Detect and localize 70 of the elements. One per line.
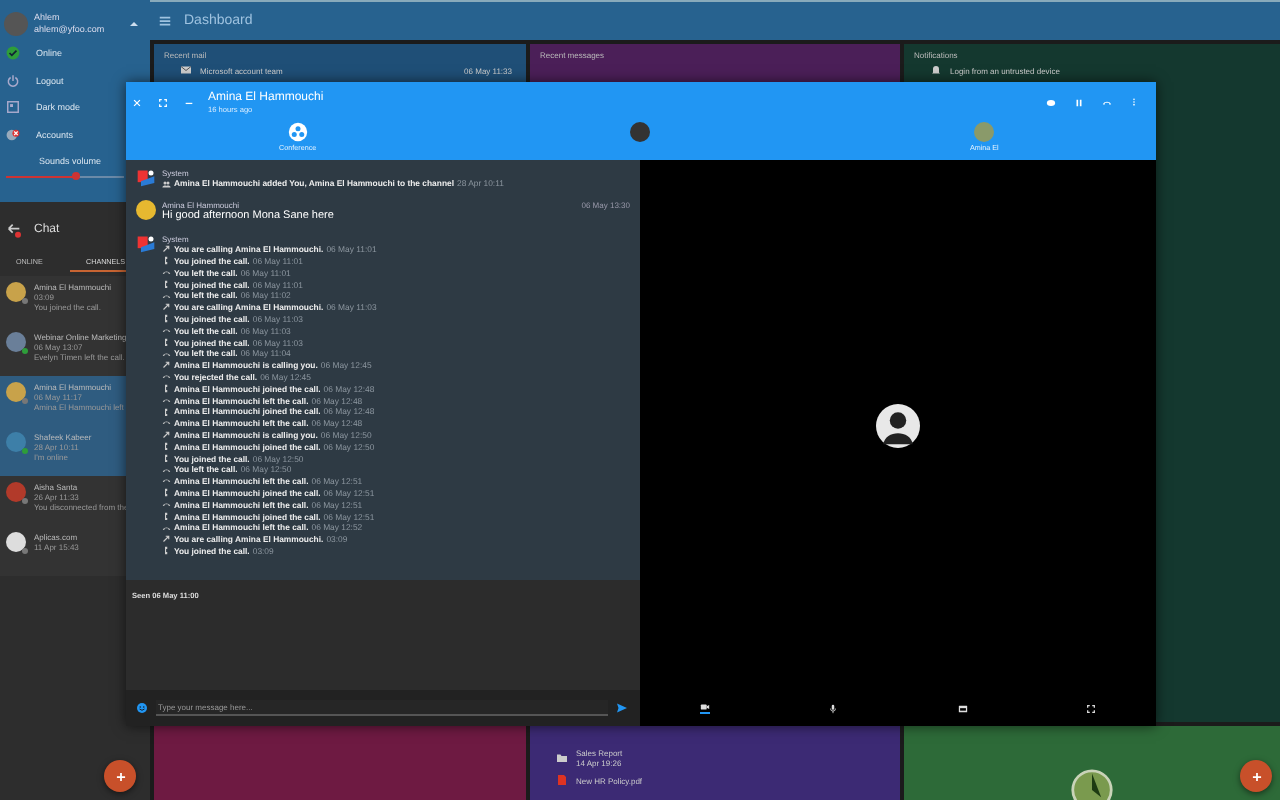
avatar [974,122,995,142]
hang-up-icon [162,418,171,428]
phone-icon [162,279,171,289]
send-icon [616,702,628,714]
video-camera-icon [699,702,710,712]
fullscreen-icon [1086,703,1097,713]
close-button[interactable] [132,97,142,107]
check-circle-icon [6,46,20,61]
logo-icon [136,233,156,254]
phone-icon [162,256,171,266]
display-icon [6,100,20,115]
screen-share-icon [957,703,968,713]
expand-button[interactable] [158,97,168,107]
avatar [876,403,920,447]
fullscreen-button[interactable] [1086,703,1097,713]
folder-icon [556,752,568,764]
microphone-button[interactable] [828,703,839,713]
bell-icon [930,64,942,76]
hang-up-button[interactable] [1102,97,1112,107]
power-icon [6,73,20,88]
outgoing-call-icon [162,360,171,370]
hang-up-icon [162,349,171,359]
envelope-icon [180,64,192,76]
clock-icon [1070,768,1114,800]
send-button[interactable] [616,702,628,714]
hang-up-icon [162,523,171,533]
hang-up-icon [162,268,171,278]
hang-up-icon [1102,97,1112,107]
pause-button[interactable] [1074,97,1084,107]
minimize-icon [184,97,194,107]
hang-up-icon [162,372,171,382]
microphone-icon [828,703,839,713]
phone-icon [162,511,171,521]
emoji-icon [136,702,148,714]
outgoing-call-icon [162,430,171,440]
back-arrow-icon [6,222,22,238]
file-icon [556,774,568,786]
account-icon [6,127,20,142]
logo-icon [136,168,156,188]
caret-icon[interactable] [130,21,138,25]
hang-up-icon [162,291,171,301]
hang-up-icon [162,326,171,336]
outgoing-call-icon [162,302,171,312]
hang-up-icon [162,395,171,405]
phone-icon [162,314,171,324]
chat-bubble-button[interactable] [1046,97,1056,107]
plus-icon [1249,769,1263,783]
menu-icon [158,14,172,28]
phone-icon [162,407,171,417]
outgoing-call-icon [162,244,171,254]
volume-slider[interactable] [6,172,124,180]
avatar [630,122,651,142]
close-icon [132,97,142,107]
chat-bubble-icon [1046,97,1056,107]
plus-icon [113,769,127,783]
people-icon [162,179,171,189]
hang-up-icon [162,499,171,509]
phone-icon [162,337,171,347]
phone-icon [162,488,171,498]
avatar [4,11,28,35]
outgoing-call-icon [162,534,171,544]
pause-icon [1074,97,1084,107]
expand-icon [158,97,168,107]
avatar [136,199,156,220]
group-icon [287,122,308,142]
video-camera-button[interactable] [699,702,710,714]
screen-share-button[interactable] [957,703,968,713]
minimize-button[interactable] [184,97,194,107]
phone-icon [162,546,171,556]
phone-icon [162,384,171,393]
